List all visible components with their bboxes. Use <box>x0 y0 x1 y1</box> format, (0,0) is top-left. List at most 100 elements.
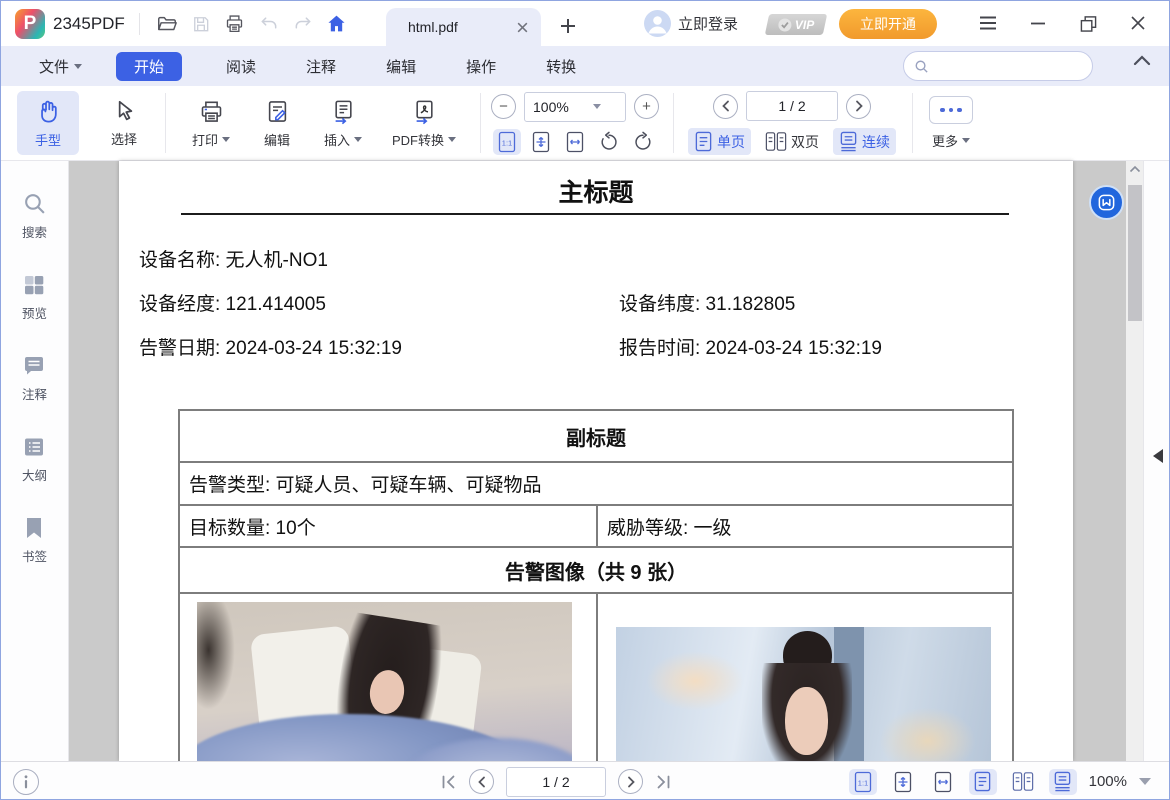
edit-doc-icon <box>264 98 291 125</box>
pdf-convert-button[interactable]: PDF转换 <box>378 91 470 155</box>
vertical-scrollbar[interactable] <box>1126 161 1143 761</box>
photo-shape <box>785 687 828 755</box>
home-button[interactable] <box>320 9 354 39</box>
menu-convert[interactable]: 转换 <box>546 56 576 77</box>
status-fit-page-button[interactable] <box>889 769 917 795</box>
app-logo-letter: P <box>24 13 37 35</box>
reading-position-icon <box>1097 193 1116 212</box>
next-page-button-status[interactable] <box>618 769 643 794</box>
zoom-out-button[interactable]: − <box>491 94 516 119</box>
status-single-page-button[interactable] <box>969 769 997 795</box>
status-page-indicator[interactable]: 1 / 2 <box>506 767 606 797</box>
upgrade-button[interactable]: 立即开通 <box>839 9 937 39</box>
single-page-icon <box>694 131 713 152</box>
main-menu-button[interactable] <box>973 9 1003 37</box>
close-tab-icon[interactable] <box>516 21 529 34</box>
collapse-toolbar-button[interactable] <box>1133 54 1151 66</box>
double-page-toggle[interactable]: 双页 <box>759 128 825 155</box>
zoom-in-button[interactable]: + <box>634 94 659 119</box>
sidebar-item-outline[interactable]: 大纲 <box>22 435 47 484</box>
sidebar-item-label: 搜索 <box>22 222 47 241</box>
sidebar-item-preview[interactable]: 预览 <box>22 273 47 322</box>
divider <box>673 93 674 153</box>
new-tab-button[interactable] <box>553 11 583 41</box>
document-tab[interactable]: html.pdf <box>386 8 541 46</box>
search-icon <box>914 59 929 74</box>
menu-read[interactable]: 阅读 <box>226 56 256 77</box>
undo-button[interactable] <box>252 9 286 39</box>
edit-tool-button[interactable]: 编辑 <box>246 91 308 155</box>
sidebar-item-label: 注释 <box>22 384 47 403</box>
zoom-group: − + 1:1 <box>491 92 659 155</box>
actual-size-button[interactable]: 1:1 <box>493 129 521 155</box>
photo-shape <box>197 602 235 710</box>
collapse-panel-icon[interactable] <box>1153 449 1163 463</box>
status-fit-width-button[interactable] <box>929 769 957 795</box>
statusbar-view-controls: 1:1 100% <box>849 769 1151 795</box>
print-icon <box>198 98 225 125</box>
zoom-level-box[interactable] <box>524 92 626 122</box>
sidebar-item-comments[interactable]: 注释 <box>22 354 47 403</box>
sidebar-item-search[interactable]: 搜索 <box>22 191 47 241</box>
print-button[interactable] <box>218 9 252 39</box>
continuous-icon <box>1053 771 1072 792</box>
status-double-page-button[interactable] <box>1009 769 1037 795</box>
close-window-button[interactable] <box>1123 9 1153 37</box>
document-info-button[interactable] <box>13 769 39 795</box>
last-page-button[interactable] <box>655 775 671 789</box>
save-button[interactable] <box>184 9 218 39</box>
next-page-button[interactable] <box>846 94 871 119</box>
photo-shape <box>646 651 744 711</box>
minimize-button[interactable] <box>1023 9 1053 37</box>
prev-page-icon <box>476 776 488 788</box>
next-page-icon <box>853 100 865 112</box>
vip-badge[interactable]: VIP <box>765 14 827 35</box>
open-folder-icon <box>156 13 178 35</box>
caret-down-icon <box>962 138 970 143</box>
svg-text:1:1: 1:1 <box>857 778 867 787</box>
menu-edit[interactable]: 编辑 <box>386 56 416 77</box>
more-button[interactable]: 更多 <box>932 131 970 150</box>
menu-home[interactable]: 开始 <box>116 52 182 81</box>
status-continuous-button[interactable] <box>1049 769 1077 795</box>
redo-button[interactable] <box>286 9 320 39</box>
reading-position-button[interactable] <box>1089 185 1124 220</box>
menu-file[interactable]: 文件 <box>39 56 82 77</box>
status-actual-size-button[interactable]: 1:1 <box>849 769 877 795</box>
login-link[interactable]: 立即登录 <box>678 13 738 34</box>
insert-tool-button[interactable]: 插入 <box>308 91 378 155</box>
redo-icon <box>293 14 313 34</box>
menu-operate[interactable]: 操作 <box>466 56 496 77</box>
open-file-button[interactable] <box>150 9 184 39</box>
select-tool-button[interactable]: 选择 <box>93 91 155 155</box>
search-box[interactable] <box>903 51 1093 81</box>
first-page-button[interactable] <box>441 775 457 789</box>
restore-button[interactable] <box>1073 9 1103 37</box>
account-area[interactable]: 立即登录 <box>644 10 738 37</box>
scrollbar-thumb[interactable] <box>1128 185 1142 321</box>
prev-page-button[interactable] <box>713 94 738 119</box>
search-input[interactable] <box>935 59 1111 74</box>
more-tools-button[interactable] <box>929 96 973 124</box>
zoom-level-input[interactable] <box>533 99 593 115</box>
table-row-alarm-type: 告警类型: 可疑人员、可疑车辆、可疑物品 <box>180 461 1012 504</box>
caret-down-icon[interactable] <box>1139 778 1151 785</box>
single-page-toggle[interactable]: 单页 <box>688 128 751 155</box>
rotate-left-button[interactable] <box>595 129 623 155</box>
tab-title: html.pdf <box>408 19 516 35</box>
fit-page-button[interactable] <box>527 129 555 155</box>
rotate-right-button[interactable] <box>629 129 657 155</box>
pdf-page[interactable]: 主标题 设备名称: 无人机-NO1 设备经度: 121.414005 设备纬度:… <box>119 161 1073 761</box>
continuous-toggle[interactable]: 连续 <box>833 128 896 155</box>
menu-annotate[interactable]: 注释 <box>306 56 336 77</box>
page-indicator[interactable]: 1 / 2 <box>746 91 838 121</box>
prev-page-button-status[interactable] <box>469 769 494 794</box>
print-tool-button[interactable]: 打印 <box>176 91 246 155</box>
fit-width-button[interactable] <box>561 129 589 155</box>
status-zoom-value[interactable]: 100% <box>1089 773 1127 790</box>
statusbar-page-nav: 1 / 2 <box>441 767 671 797</box>
sidebar-item-bookmarks[interactable]: 书签 <box>22 516 47 565</box>
vip-check-icon <box>778 18 792 32</box>
hand-tool-button[interactable]: 手型 <box>17 91 79 155</box>
caret-down-icon <box>222 137 230 142</box>
